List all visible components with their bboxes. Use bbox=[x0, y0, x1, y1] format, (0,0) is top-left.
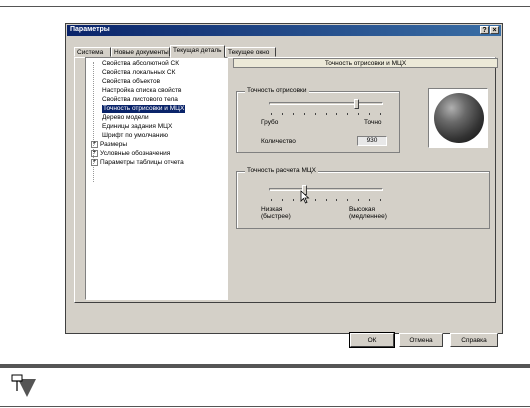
preview-box bbox=[428, 88, 488, 148]
slider-tick bbox=[369, 199, 370, 201]
cancel-button[interactable]: Отмена bbox=[399, 333, 443, 347]
slider-tick bbox=[336, 113, 337, 115]
slider-tick bbox=[304, 113, 305, 115]
section-header: Точность отрисовки и МЦХ bbox=[233, 58, 498, 68]
low-label: Низкая bbox=[261, 206, 283, 213]
draw-precision-group: Точность отрисовки Грубо Точно Количеств… bbox=[236, 87, 400, 153]
slider-tick bbox=[347, 199, 348, 201]
ok-button[interactable]: ОК bbox=[349, 332, 395, 348]
draw-precision-ticks bbox=[271, 113, 381, 115]
tree-item-symbols[interactable]: + Условные обозначения bbox=[91, 150, 170, 158]
mcx-precision-track bbox=[269, 188, 383, 191]
settings-tree[interactable]: Свойства абсолютной СК Свойства локальны… bbox=[85, 57, 228, 300]
tree-item[interactable]: Свойства локальных СК bbox=[102, 69, 175, 77]
coarse-label: Грубо bbox=[261, 119, 279, 126]
count-value: 930 bbox=[357, 136, 387, 146]
mcx-precision-title: Точность расчета МЦХ bbox=[245, 167, 319, 174]
expand-icon[interactable]: + bbox=[91, 141, 98, 148]
tree-item[interactable]: Свойства листового тела bbox=[102, 96, 178, 104]
note-pin-icon bbox=[11, 374, 36, 397]
close-title-button[interactable]: × bbox=[490, 26, 499, 34]
count-label: Количество bbox=[261, 138, 296, 145]
tab-system[interactable]: Система bbox=[74, 47, 111, 57]
tree-item-selected[interactable]: Точность отрисовки и МЦХ bbox=[102, 105, 186, 113]
help-button[interactable]: Справка bbox=[450, 333, 498, 347]
draw-precision-track bbox=[269, 102, 383, 105]
slider-tick bbox=[271, 199, 272, 201]
draw-precision-slider[interactable] bbox=[354, 99, 360, 109]
title-bar: Параметры ? × bbox=[67, 25, 501, 36]
high-label: Высокая bbox=[349, 206, 376, 213]
slider-tick bbox=[315, 113, 316, 115]
note-top-rule bbox=[0, 364, 530, 368]
tree-item[interactable]: Единицы задания МЦХ bbox=[102, 123, 172, 131]
tree-item[interactable]: Дерево модели bbox=[102, 114, 149, 122]
low-sublabel: (быстрее) bbox=[261, 213, 291, 220]
slider-tick bbox=[282, 113, 283, 115]
tree-item-dimensions[interactable]: + Размеры bbox=[91, 141, 127, 149]
slider-tick bbox=[369, 113, 370, 115]
tab-new-documents[interactable]: Новые документы bbox=[111, 47, 170, 57]
tree-item[interactable]: Свойства абсолютной СК bbox=[102, 60, 179, 68]
slider-tick bbox=[380, 199, 381, 201]
tab-current-window[interactable]: Текущее окно bbox=[225, 47, 276, 57]
tree-item[interactable]: Настройка списка свойств bbox=[102, 87, 181, 95]
tree-item[interactable]: Шрифт по умолчанию bbox=[102, 132, 168, 140]
slider-tick bbox=[358, 199, 359, 201]
slider-tick bbox=[293, 113, 294, 115]
slider-tick bbox=[336, 199, 337, 201]
slider-tick bbox=[293, 199, 294, 201]
mcx-precision-group: Точность расчета МЦХ Низкая (быстрее) Вы… bbox=[236, 167, 490, 229]
slider-tick bbox=[358, 113, 359, 115]
top-rule bbox=[0, 6, 530, 7]
slider-tick bbox=[326, 113, 327, 115]
tree-item-report-table[interactable]: + Параметры таблицы отчета bbox=[91, 159, 184, 167]
note-bottom-rule bbox=[0, 406, 530, 407]
slider-tick bbox=[326, 199, 327, 201]
expand-icon[interactable]: + bbox=[91, 150, 98, 157]
slider-tick bbox=[282, 199, 283, 201]
mouse-cursor-icon bbox=[300, 190, 310, 204]
slider-tick bbox=[271, 113, 272, 115]
high-sublabel: (медленнее) bbox=[349, 213, 387, 220]
draw-precision-title: Точность отрисовки bbox=[245, 87, 309, 94]
mcx-precision-ticks bbox=[271, 199, 381, 201]
expand-icon[interactable]: + bbox=[91, 159, 98, 166]
slider-tick bbox=[380, 113, 381, 115]
window-title: Параметры bbox=[70, 26, 110, 33]
fine-label: Точно bbox=[364, 119, 382, 126]
help-title-button[interactable]: ? bbox=[480, 26, 489, 34]
slider-tick bbox=[315, 199, 316, 201]
tree-item[interactable]: Свойства объектов bbox=[102, 78, 160, 86]
tab-current-part[interactable]: Текущая деталь bbox=[170, 45, 225, 58]
sphere-preview bbox=[434, 93, 484, 143]
slider-tick bbox=[347, 113, 348, 115]
